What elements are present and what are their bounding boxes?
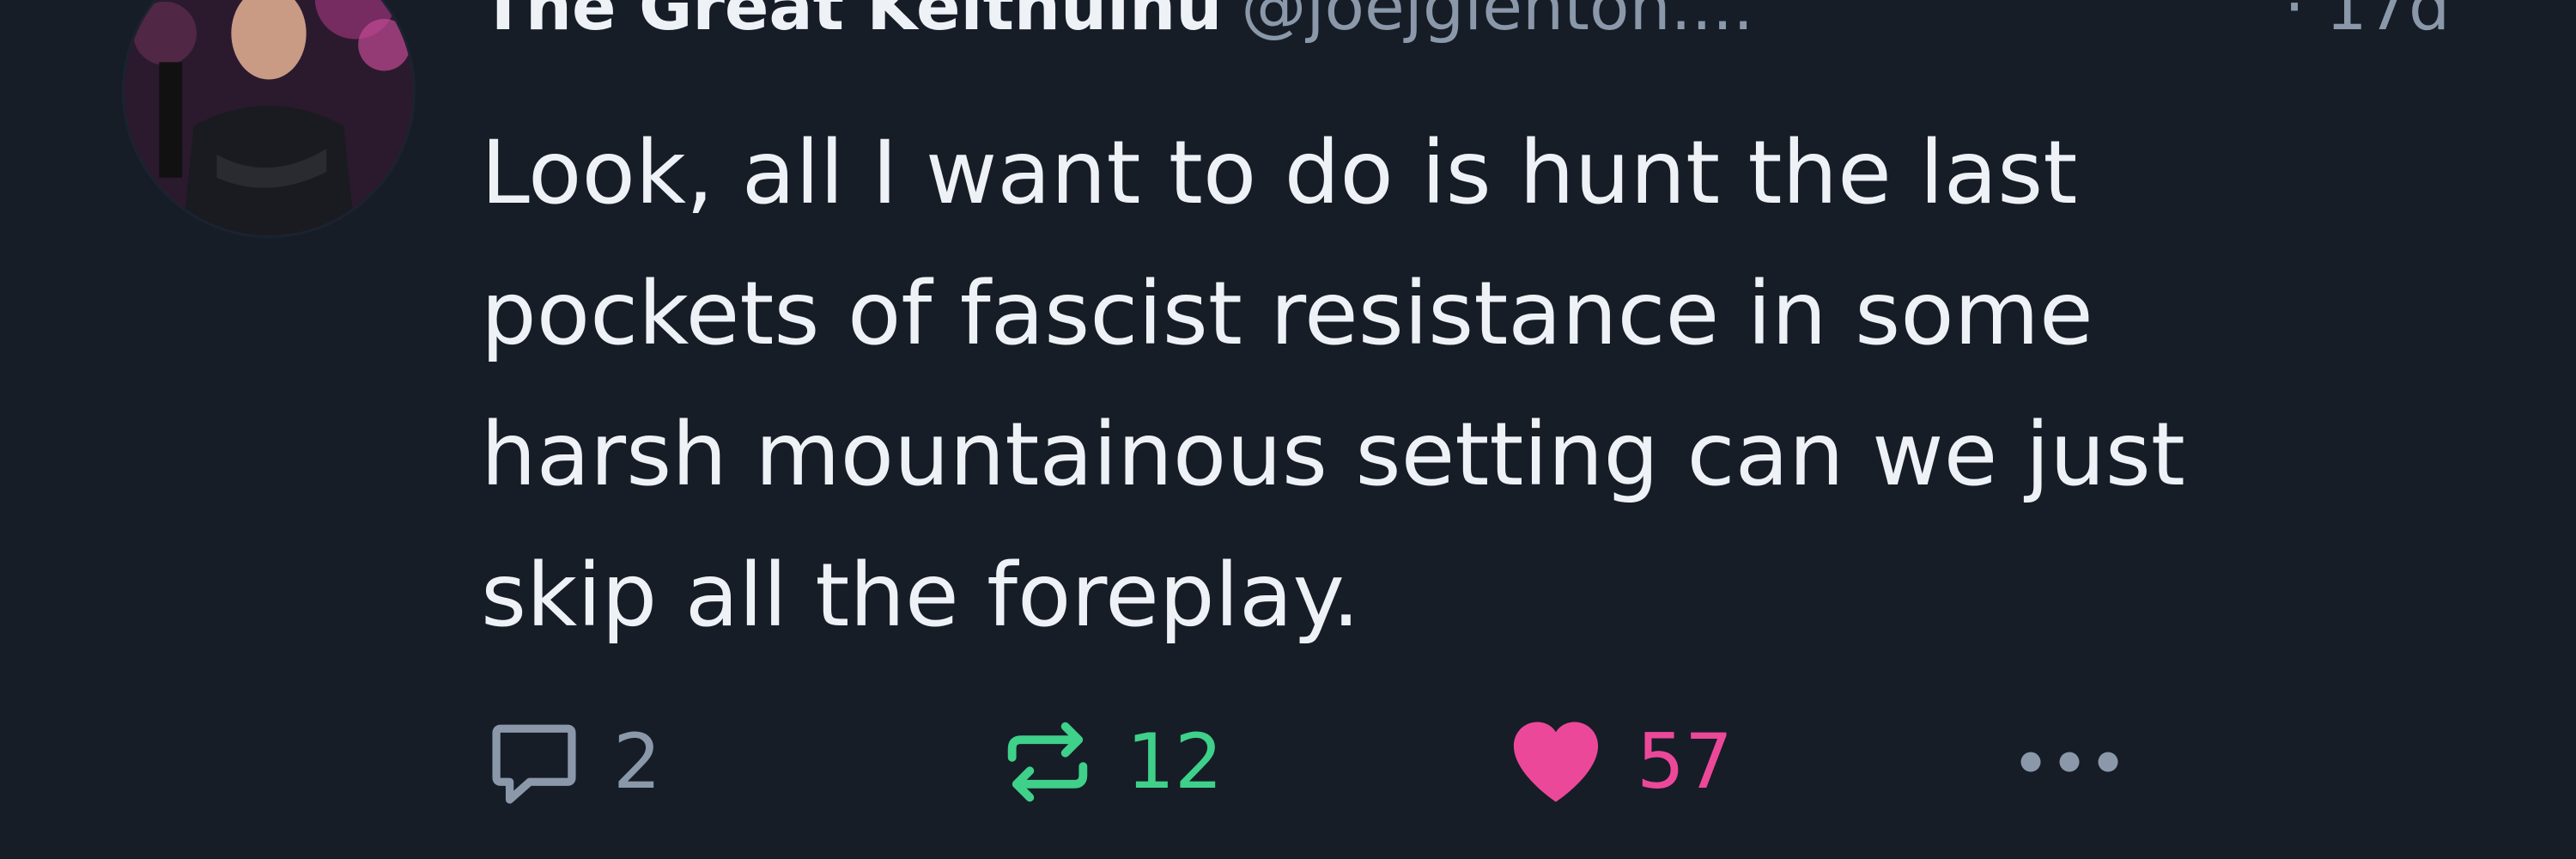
heart-icon	[1513, 722, 1599, 802]
avatar-image	[125, 0, 413, 235]
post-item[interactable]: The Great Keithulhu @joejglenton.... · 17…	[0, 0, 2576, 859]
reply-button[interactable]: 2	[481, 706, 661, 818]
speech-bubble-icon	[492, 724, 576, 804]
more-options-button[interactable]	[2009, 706, 2129, 818]
ellipsis-icon	[2020, 752, 2118, 772]
like-count: 57	[1637, 717, 1733, 806]
post-header: The Great Keithulhu @joejglenton....	[481, 0, 1753, 58]
repost-arrows-icon	[1007, 722, 1088, 802]
like-button[interactable]: 57	[1501, 706, 1733, 818]
reply-count: 2	[613, 717, 661, 806]
repost-button[interactable]: 12	[994, 706, 1223, 818]
author-display-name[interactable]: The Great Keithulhu	[481, 0, 1222, 45]
repost-count: 12	[1127, 717, 1223, 806]
avatar[interactable]	[125, 0, 413, 235]
post-actions-bar: 2 12 57	[481, 706, 2456, 818]
post-text: Look, all I want to do is hunt the last …	[481, 122, 2185, 647]
author-handle[interactable]: @joejglenton....	[1241, 0, 1753, 45]
post-timestamp[interactable]: · 17d	[2284, 0, 2450, 58]
